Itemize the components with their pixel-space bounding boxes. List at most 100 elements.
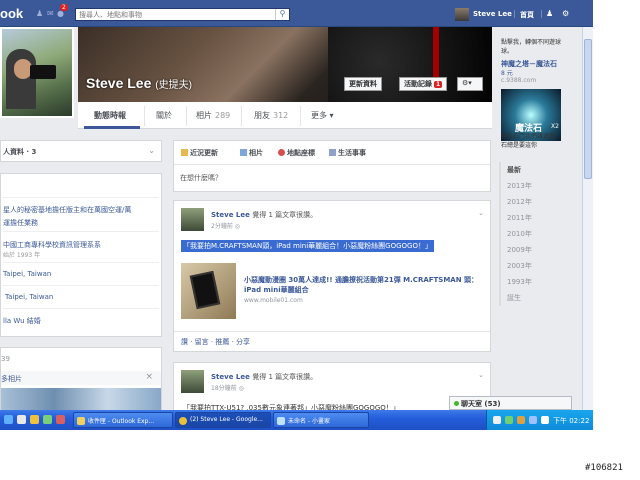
ad-url: c.9388.com (501, 77, 537, 84)
taskbar-button-label: (2) Steve Lee - Google... (190, 416, 263, 423)
chevron-down-icon[interactable]: ⌄ (478, 209, 484, 217)
profile-name: Steve Lee (史提夫) (86, 75, 192, 91)
year-link[interactable]: 2010年 (501, 226, 538, 242)
friends-icon[interactable]: ♟ (546, 9, 556, 18)
online-status-icon (454, 401, 459, 406)
network-icon[interactable] (541, 416, 549, 424)
chevron-down-icon: ▾ (329, 111, 334, 120)
quick-launch-desktop-icon[interactable] (17, 415, 26, 424)
tab-label: 關於 (156, 111, 172, 120)
year-link[interactable]: 2009年 (501, 242, 538, 258)
year-link[interactable]: 1993年 (501, 274, 538, 290)
tab-friends[interactable]: 朋友 312 (254, 110, 288, 121)
tab-timeline[interactable]: 動態時報 (94, 110, 126, 121)
composer-tab-label: 相片 (249, 149, 263, 157)
about-row-lives-in[interactable]: Taipei, Taiwan (3, 263, 159, 286)
messages-icon[interactable]: ✉ (47, 9, 57, 18)
about-card-header[interactable]: 人資料 · 3 ⌄ (0, 140, 162, 162)
avatar[interactable] (181, 208, 204, 231)
more-photos-link[interactable]: 多相片 (1, 374, 22, 384)
chrome-icon (179, 417, 187, 425)
pencil-icon (181, 149, 188, 156)
tray-icon[interactable] (517, 416, 525, 424)
status-input[interactable]: 在想什麼嗎？ (174, 164, 490, 192)
about-row-from[interactable]: Taipei, Taiwan (3, 286, 159, 309)
more-photos-bar[interactable]: 多相片 × (1, 371, 161, 385)
link-thumbnail[interactable] (181, 263, 236, 319)
post-timestamp[interactable]: 18分鐘前 ◎ (211, 383, 244, 392)
volume-icon[interactable] (529, 416, 537, 424)
friend-requests-icon[interactable]: ♟ (36, 9, 46, 18)
facebook-top-bar: ook ♟ ✉ ● 2 搜尋人、地點和事物 ⚲ Steve Lee | 首頁 |… (0, 0, 593, 27)
about-row-education[interactable]: 中國工商專科學校資訊管理系系 (3, 232, 159, 250)
search-icon[interactable]: ⚲ (275, 9, 289, 20)
facebook-logo[interactable]: ook (0, 6, 23, 21)
taskbar-button-paint[interactable]: 未命名 - 小畫家 (273, 412, 369, 428)
year-link[interactable]: 誕生 (501, 290, 538, 306)
about-row-work-cont[interactable]: 運擔任業務 (3, 215, 159, 232)
quick-launch-ie-icon[interactable] (4, 415, 13, 424)
quick-launch-folder-icon[interactable] (30, 415, 39, 424)
quick-launch-app-icon[interactable] (43, 415, 52, 424)
about-title: 人資料 · 3 (3, 148, 37, 156)
tray-icon[interactable] (505, 416, 513, 424)
tab-place[interactable]: 地點座標 (278, 148, 315, 158)
paint-icon (277, 417, 285, 425)
activity-log-badge: 1 (434, 81, 443, 88)
taskbar-button-outlook[interactable]: 收件匣 - Outlook Exp... (73, 412, 173, 428)
avatar[interactable] (455, 8, 469, 21)
about-row-relationship[interactable]: lla Wu 結婚 (3, 309, 159, 333)
update-info-label: 更新資料 (349, 80, 377, 88)
photo-strip[interactable] (1, 388, 161, 410)
avatar[interactable] (181, 370, 204, 393)
profile-picture[interactable] (0, 27, 74, 118)
year-link[interactable]: 2012年 (501, 194, 538, 210)
tray-icon[interactable] (493, 416, 501, 424)
clock[interactable]: 下午 02:22 (553, 416, 589, 426)
home-link[interactable]: 首頁 (520, 10, 534, 20)
post-actions[interactable]: 讚 · 留言 · 推薦 · 分享 (181, 337, 250, 347)
settings-dropdown-button[interactable]: ⚙▾ (457, 77, 483, 91)
chat-sidebar-toggle[interactable]: 聊天室 (53) (449, 396, 572, 410)
link-title[interactable]: 小惡魔動漫圈 30萬人達成!! 通膽撩祝活動第21彈 M.CRAFTSMAN 頭… (244, 275, 484, 295)
profile-link[interactable]: Steve Lee (473, 10, 512, 18)
update-info-button[interactable]: 更新資料 (344, 77, 382, 91)
tab-photo[interactable]: 相片 (240, 148, 263, 158)
vertical-scrollbar[interactable] (582, 27, 593, 410)
taskbar-button-chrome[interactable]: (2) Steve Lee - Google... (175, 412, 271, 428)
tab-more[interactable]: 更多 ▾ (311, 110, 334, 121)
tab-divider (144, 106, 145, 126)
ad-image-badge: X2 (551, 123, 559, 130)
gear-icon[interactable]: ⚙ (562, 9, 572, 18)
timestamp-text: 18分鐘前 (211, 385, 237, 392)
flag-icon (329, 149, 336, 156)
profile-tab-bar: 動態時報 關於 相片 289 朋友 312 更多 ▾ (78, 102, 492, 129)
chevron-down-icon: ▾ (468, 79, 472, 87)
chevron-down-icon[interactable]: ⌄ (148, 146, 155, 155)
activity-log-label: 活動記錄 (404, 80, 432, 88)
quick-launch-app-icon[interactable] (56, 415, 65, 424)
ad-text: 球。 (501, 48, 514, 55)
scrollbar-thumb[interactable] (584, 39, 592, 179)
about-rows: 星人的秘密基地擔任版主和在萬國空運/萬 運擔任業務 中國工商專科學校資訊管理系系… (3, 198, 159, 333)
year-link[interactable]: 2003年 (501, 258, 538, 274)
tab-about[interactable]: 關於 (156, 110, 172, 121)
tab-photos[interactable]: 相片 289 (196, 110, 230, 121)
active-tab-indicator (84, 126, 140, 129)
post-timestamp[interactable]: 2分鐘前 ◎ (211, 221, 240, 230)
year-link[interactable]: 2013年 (501, 178, 538, 194)
chevron-down-icon[interactable]: ⌄ (478, 371, 484, 379)
search-input[interactable]: 搜尋人、地點和事物 ⚲ (75, 8, 290, 21)
post-author-link[interactable]: Steve Lee (211, 373, 250, 381)
close-icon[interactable]: × (145, 372, 153, 382)
tab-status-update[interactable]: 近況更新 (181, 148, 218, 158)
about-row-text: Taipei, Taiwan (5, 293, 54, 301)
post-author-link[interactable]: Steve Lee (211, 211, 250, 219)
globe-icon: ◎ (238, 385, 244, 392)
year-link[interactable]: 2011年 (501, 210, 538, 226)
about-row-work[interactable]: 星人的秘密基地擔任版主和在萬國空運/萬 (3, 202, 159, 215)
tab-life-event[interactable]: 生活事事 (329, 148, 366, 158)
activity-log-button[interactable]: 活動記錄 1 (399, 77, 448, 91)
year-link[interactable]: 最新 (501, 162, 538, 178)
post-header: Steve Lee 覺得 1 篇文章很讚。 (211, 210, 317, 220)
